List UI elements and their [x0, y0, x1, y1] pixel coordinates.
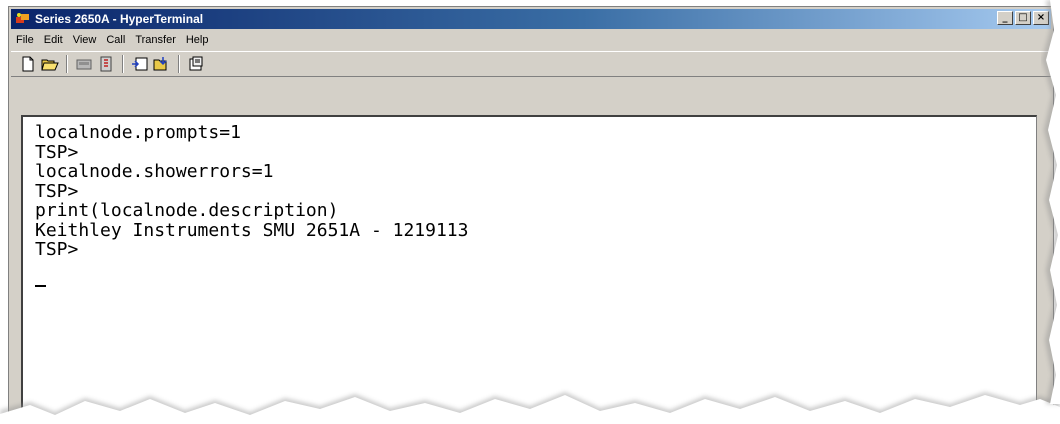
window-title: Series 2650A - HyperTerminal [35, 12, 204, 26]
toolbar-separator [122, 55, 124, 73]
screenshot-stage: Series 2650A - HyperTerminal _ □ × File … [0, 0, 1060, 424]
title-bar[interactable]: Series 2650A - HyperTerminal _ □ × [11, 9, 1051, 29]
toolbar-separator [178, 55, 180, 73]
hyperterminal-app-icon [15, 12, 31, 26]
toolbar-separator [66, 55, 68, 73]
close-button[interactable]: × [1033, 11, 1049, 25]
terminal-line: localnode.prompts=1 [35, 122, 241, 143]
cursor-line [35, 276, 1036, 296]
text-cursor [35, 284, 46, 287]
terminal-line: Keithley Instruments SMU 2651A - 1219113 [35, 219, 469, 241]
toolbar [11, 51, 1051, 77]
terminal-line: TSP> [35, 141, 79, 163]
properties-call-icon[interactable] [95, 54, 117, 74]
menu-help[interactable]: Help [181, 34, 214, 46]
terminal-line: print(localnode.description) [35, 200, 339, 221]
receive-icon[interactable] [151, 54, 173, 74]
menu-bar: File Edit View Call Transfer Help [11, 31, 1051, 49]
menu-view[interactable]: View [68, 34, 102, 46]
restore-button[interactable]: □ [1015, 11, 1031, 25]
terminal-line: TSP> [35, 180, 79, 202]
terminal-output[interactable]: localnode.prompts=1 TSP> localnode.showe… [21, 115, 1037, 424]
menu-transfer[interactable]: Transfer [130, 34, 181, 46]
open-icon[interactable] [39, 54, 61, 74]
new-icon[interactable] [17, 54, 39, 74]
terminal-line: localnode.showerrors=1 [35, 161, 274, 182]
window-controls: _ □ × [997, 11, 1049, 25]
menu-edit[interactable]: Edit [39, 34, 68, 46]
minimize-button[interactable]: _ [997, 11, 1013, 25]
terminal-line: TSP> [35, 239, 79, 260]
menu-call[interactable]: Call [101, 34, 130, 46]
disconnect-icon[interactable] [73, 54, 95, 74]
send-icon[interactable] [129, 54, 151, 74]
hyperterminal-window: Series 2650A - HyperTerminal _ □ × File … [8, 6, 1054, 424]
menu-file[interactable]: File [11, 34, 39, 46]
properties-icon[interactable] [185, 54, 207, 74]
